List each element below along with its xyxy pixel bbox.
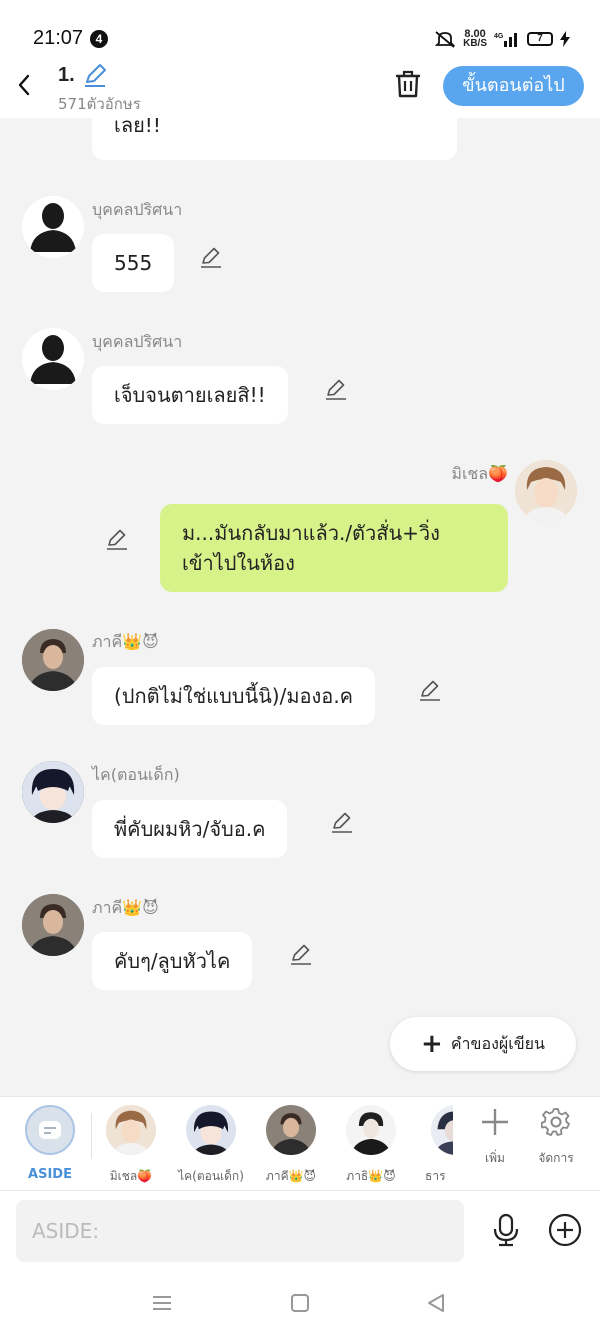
trash-icon[interactable] <box>393 68 423 100</box>
character-name: ธาร <box>425 1169 446 1183</box>
avatar[interactable] <box>22 328 84 390</box>
character-name: ภาธิ👑😈 <box>346 1169 396 1183</box>
microphone-icon[interactable] <box>490 1213 522 1247</box>
character-avatar-icon <box>22 894 84 956</box>
character-item[interactable]: ภาคี👑😈 <box>251 1105 331 1186</box>
character-item[interactable]: มิเชล🍑 <box>91 1105 171 1186</box>
home-icon[interactable] <box>288 1292 312 1314</box>
back-nav-icon[interactable] <box>424 1292 448 1314</box>
gear-icon <box>540 1108 570 1136</box>
character-bar: ASIDE มิเชล🍑 ไค(ตอนเด็ก) ภาคี👑😈 ภาธิ👑😈 ธ… <box>0 1096 600 1190</box>
svg-text:4G: 4G <box>494 33 504 40</box>
edit-message-icon[interactable] <box>418 678 442 702</box>
character-avatar-icon <box>266 1105 316 1155</box>
add-character-button[interactable]: เพิ่ม <box>465 1107 525 1168</box>
character-item[interactable]: ไค(ตอนเด็ก) <box>171 1105 251 1186</box>
speaker-name: ภาคี👑😈 <box>92 898 159 917</box>
edit-title-icon[interactable] <box>82 62 108 88</box>
edit-message-icon[interactable] <box>289 942 313 966</box>
character-avatar-icon <box>22 629 84 691</box>
input-bar <box>0 1190 600 1270</box>
episode-title[interactable]: 1. <box>58 64 75 87</box>
silhouette-avatar-icon <box>22 196 84 258</box>
speaker-name: บุคคลปริศนา <box>92 332 183 351</box>
avatar <box>266 1105 316 1155</box>
message-bubble[interactable]: เจ็บจนตายเลยสิ!! <box>92 366 288 424</box>
status-bar: 21:07 4 8.00 KB/S 4G 7 <box>0 0 600 62</box>
avatar <box>431 1105 453 1155</box>
mute-icon <box>434 31 456 48</box>
avatar <box>346 1105 396 1155</box>
edit-message-icon[interactable] <box>324 377 348 401</box>
edit-message-icon[interactable] <box>199 245 223 269</box>
chat-area[interactable]: เลย!! บุคคลปริศนา 555 บุคคลปริศนา เจ็บจน… <box>0 118 600 1096</box>
next-step-button[interactable]: ขั้นตอนต่อไป <box>443 66 584 106</box>
avatar[interactable] <box>22 629 84 691</box>
aside-avatar <box>25 1105 75 1155</box>
plus-icon <box>482 1109 508 1135</box>
speaker-name: ไค(ตอนเด็ก) <box>92 765 180 784</box>
character-name: ภาคี👑😈 <box>265 1169 317 1183</box>
avatar[interactable] <box>515 460 577 522</box>
manage-characters-button[interactable]: จัดการ <box>526 1107 586 1168</box>
character-name: ไค(ตอนเด็ก) <box>178 1169 244 1183</box>
aside-character[interactable]: ASIDE <box>10 1105 90 1182</box>
status-icons: 8.00 KB/S 4G 7 <box>434 28 570 50</box>
status-time: 21:07 <box>33 27 84 49</box>
recent-apps-icon[interactable] <box>150 1292 174 1314</box>
net-speed: 8.00 KB/S <box>463 28 487 49</box>
character-count: 571ตัวอักษร <box>58 95 141 113</box>
avatar[interactable] <box>22 761 84 823</box>
my-message-bubble[interactable]: ม...มันกลับมาแล้ว./ตัวสั่น+วิ่ง เข้าไปใน… <box>160 504 508 592</box>
speaker-name: มิเชล🍑 <box>451 464 508 483</box>
avatar[interactable] <box>22 196 84 258</box>
plus-icon: + <box>421 1029 443 1059</box>
message-bubble[interactable]: 555 <box>92 234 175 292</box>
character-avatar-icon <box>186 1105 236 1155</box>
writer-note-label: คำของผู้เขียน <box>450 1033 545 1053</box>
manage-label: จัดการ <box>538 1151 574 1165</box>
aside-input[interactable] <box>16 1200 464 1262</box>
system-nav-bar <box>0 1270 600 1333</box>
charging-icon <box>560 31 570 47</box>
speaker-name: ภาคี👑😈 <box>92 632 159 651</box>
character-avatar-icon <box>515 460 577 522</box>
character-item[interactable]: ภาธิ👑😈 <box>331 1105 411 1186</box>
avatar <box>186 1105 236 1155</box>
editor-header: 1. 571ตัวอักษร ขั้นตอนต่อไป <box>0 62 600 118</box>
message-bubble[interactable]: (ปกติไม่ใช่แบบนี้นิ)/มองอ.ค <box>92 667 376 725</box>
speaker-name: บุคคลปริศนา <box>92 200 183 219</box>
add-circle-icon[interactable] <box>548 1213 582 1247</box>
notification-badge: 4 <box>90 30 108 48</box>
character-avatar-icon <box>106 1105 156 1155</box>
character-item[interactable]: ธาร <box>411 1105 453 1186</box>
message-bubble[interactable]: คับๆ/ลูบหัวไค <box>92 932 253 990</box>
silhouette-avatar-icon <box>22 328 84 390</box>
avatar <box>106 1105 156 1155</box>
edit-message-icon[interactable] <box>105 527 129 551</box>
add-label: เพิ่ม <box>485 1151 505 1165</box>
aside-label: ASIDE <box>28 1167 72 1182</box>
signal-icon: 4G <box>494 33 517 47</box>
edit-message-icon[interactable] <box>330 810 354 834</box>
message-bubble[interactable]: เลย!! <box>92 118 457 160</box>
character-avatar-icon <box>431 1105 453 1155</box>
character-name: มิเชล🍑 <box>109 1169 153 1183</box>
message-bubble[interactable]: พี่คับผมหิว/จับอ.ค <box>92 800 288 858</box>
character-avatar-icon <box>346 1105 396 1155</box>
battery-icon: 7 <box>527 32 553 46</box>
writer-note-button[interactable]: + คำของผู้เขียน <box>390 1017 576 1071</box>
avatar[interactable] <box>22 894 84 956</box>
note-icon <box>39 1121 61 1139</box>
character-avatar-icon <box>22 761 84 823</box>
back-icon[interactable] <box>12 70 36 100</box>
